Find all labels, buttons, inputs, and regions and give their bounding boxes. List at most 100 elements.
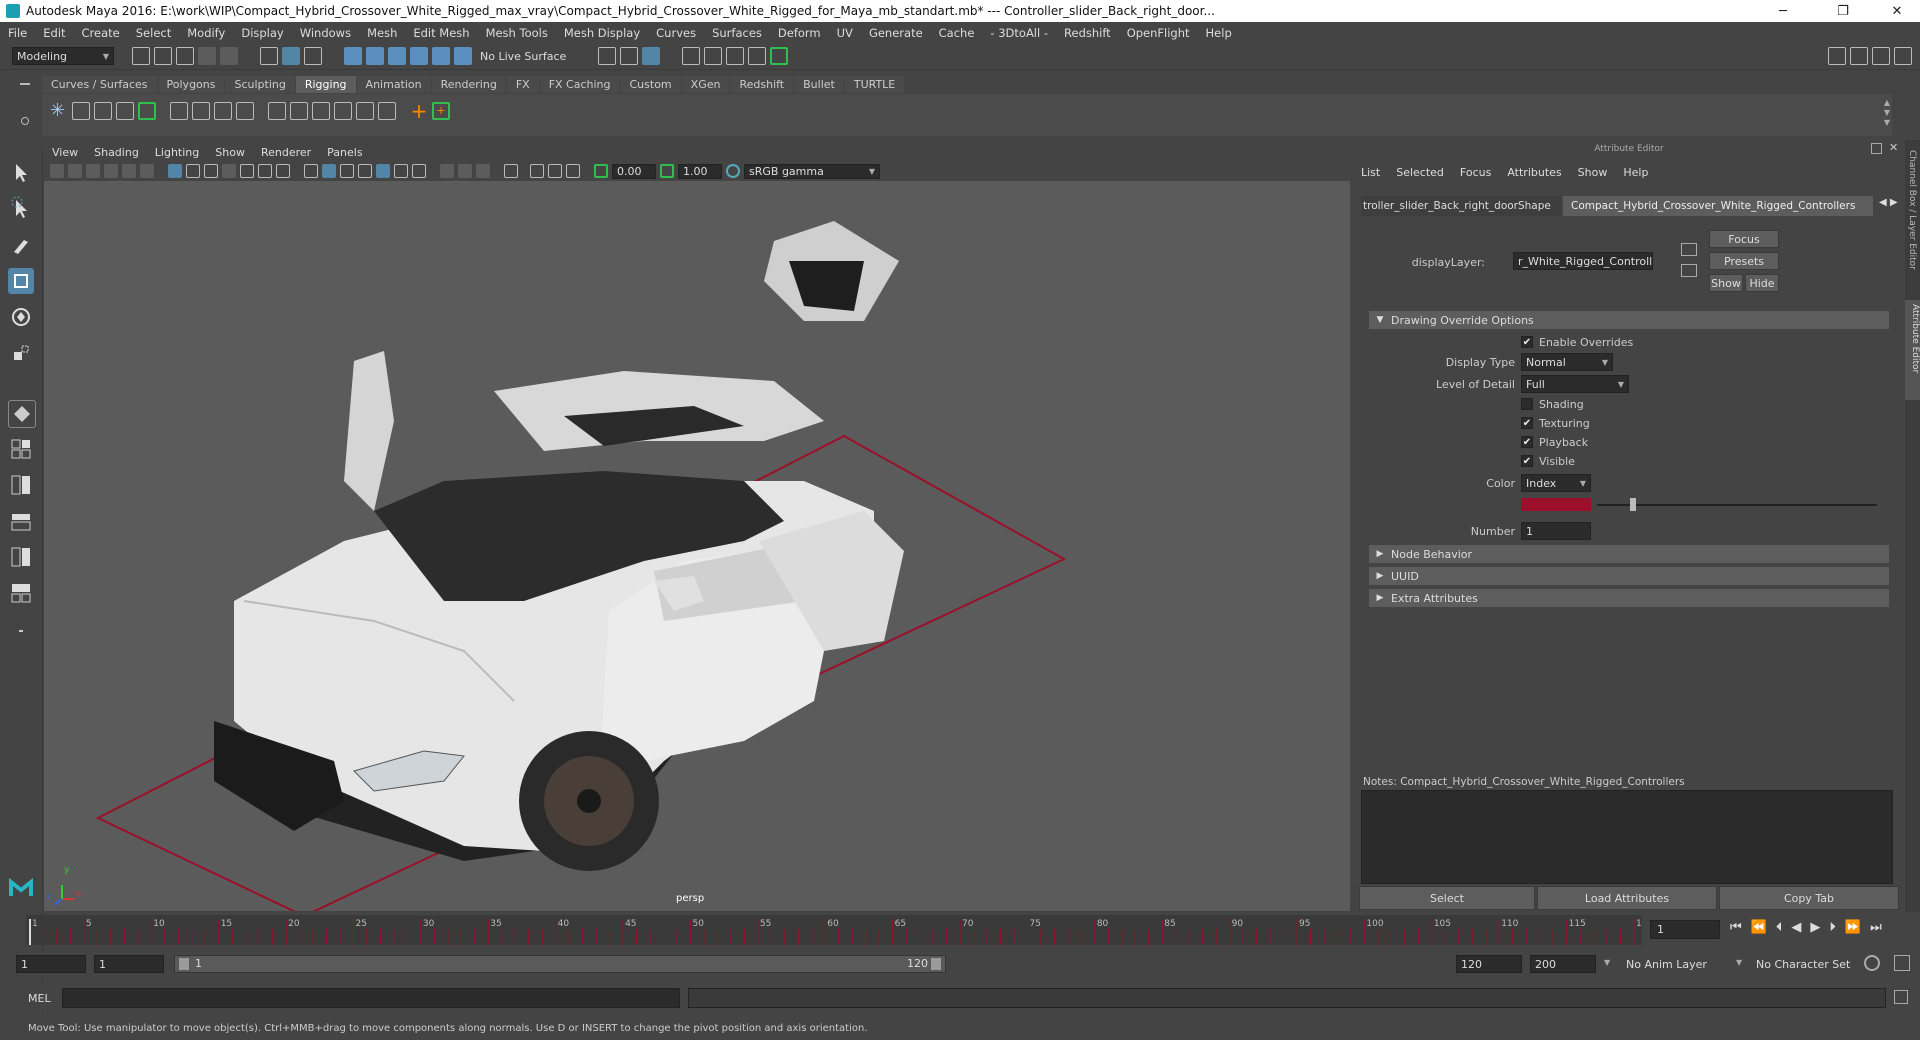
screen-space-ao-icon[interactable] [412,164,426,178]
ae-menu-list[interactable]: List [1353,166,1388,179]
xray-icon[interactable] [530,164,544,178]
menu-3dtoall[interactable]: - 3DtoAll - [982,26,1056,40]
menu-file[interactable]: File [0,26,35,40]
bookmark-icon[interactable] [86,164,100,178]
last-tool-icon[interactable] [8,400,36,428]
ik-spline-icon[interactable] [94,102,112,120]
playback-start-field[interactable]: 1 [94,955,164,973]
ae-menu-help[interactable]: Help [1615,166,1656,179]
go-to-end-icon[interactable]: ⏭ [1866,920,1887,935]
select-camera-icon[interactable] [50,164,64,178]
range-slider[interactable]: 1 120 [174,955,946,973]
tab-scroll-arrows-icon[interactable]: ◀ ▶ [1879,197,1898,208]
shelf-tab-redshift[interactable]: Redshift [730,76,794,93]
mode-selector[interactable]: Modeling ▼ [12,47,114,65]
use-all-lights-icon[interactable] [376,164,390,178]
grid-toggle-icon[interactable] [168,164,182,178]
move-tool-icon[interactable] [8,268,34,294]
select-hierarchy-icon[interactable] [260,47,278,65]
color-space-dropdown[interactable]: sRGB gamma ▼ [744,163,880,179]
redo-icon[interactable] [220,47,238,65]
aim-constraint-icon[interactable] [378,102,396,120]
undo-icon[interactable] [198,47,216,65]
snap-grid-icon[interactable] [344,47,362,65]
select-tool-icon[interactable] [8,160,34,186]
copy-tab-button[interactable]: Copy Tab [1719,886,1899,910]
shelf-tab-xgen[interactable]: XGen [681,76,730,93]
add-influence-icon[interactable]: + [410,101,428,121]
safe-title-icon[interactable] [276,164,290,178]
locator-icon[interactable] [268,102,286,120]
maximize-button[interactable]: ❐ [1820,0,1866,22]
range-end-handle[interactable] [931,958,941,970]
visible-checkbox[interactable]: ✔ [1521,455,1533,467]
playback-checkbox[interactable]: ✔ [1521,436,1533,448]
grease-pencil-icon[interactable] [140,164,154,178]
gamma-field[interactable]: 1.00 [678,163,722,179]
texturing-checkbox[interactable]: ✔ [1521,417,1533,429]
lattice-icon[interactable] [214,102,232,120]
scale-constraint-icon[interactable] [356,102,374,120]
input-output-icon[interactable] [598,47,617,65]
time-slider[interactable]: 1 5 10 15 20 25 30 35 40 45 50 55 60 65 70 75 80 85 90 95 10… [26,915,1653,945]
color-slider-handle[interactable] [1630,498,1636,511]
side-tab-attribute-editor[interactable]: Attribute Editor [1905,300,1920,400]
extra-attributes-section[interactable]: ▶ Extra Attributes [1369,589,1889,607]
step-forward-key-icon[interactable]: ⏵ [1825,920,1841,935]
menu-surfaces[interactable]: Surfaces [704,26,770,40]
ae-menu-show[interactable]: Show [1570,166,1616,179]
isolate-select-icon[interactable] [504,164,518,178]
safe-action-icon[interactable] [258,164,272,178]
shelf-tab-curves-surfaces[interactable]: Curves / Surfaces [42,76,157,93]
paint-weights-icon[interactable] [192,102,210,120]
smooth-shade-icon[interactable] [322,164,336,178]
menu-display[interactable]: Display [233,26,291,40]
bind-skin-icon[interactable] [170,102,188,120]
node-tab-controllers[interactable]: Compact_Hybrid_Crossover_White_Rigged_Co… [1563,196,1873,216]
play-backwards-icon[interactable]: ◀ [1787,920,1806,935]
anti-aliasing-icon[interactable] [458,164,472,178]
step-back-key-icon[interactable]: ⏴ [1772,920,1788,935]
menu-help[interactable]: Help [1198,26,1240,40]
display-layer-field[interactable]: r_White_Rigged_Controllers [1513,252,1653,270]
menu-mesh-display[interactable]: Mesh Display [556,26,648,40]
menu-edit[interactable]: Edit [35,26,73,40]
mel-input[interactable] [62,988,680,1008]
mel-label[interactable]: MEL [28,992,51,1005]
select-button[interactable]: Select [1359,886,1535,910]
shelf-scroll-arrows-icon[interactable]: ▲ ▼ ▼ [1884,98,1890,128]
shelf-menu-icon[interactable] [20,83,30,85]
snap-pivot-icon[interactable] [454,47,472,65]
input-connection-icon[interactable] [1681,243,1697,256]
menu-edit-mesh[interactable]: Edit Mesh [405,26,477,40]
node-behavior-section[interactable]: ▶ Node Behavior [1369,545,1889,563]
ipr-render-icon[interactable] [726,47,745,65]
hide-button[interactable]: Hide [1745,274,1779,292]
step-forward-frame-icon[interactable]: ⏩ [1841,920,1866,935]
snap-surface-icon[interactable] [432,47,450,65]
float-panel-icon[interactable] [1871,143,1882,154]
set-driven-key-icon[interactable]: + [432,102,450,120]
menu-create[interactable]: Create [74,26,128,40]
animation-start-field[interactable]: 1 [16,955,86,973]
snap-view-plane-icon[interactable] [410,47,428,65]
select-object-icon[interactable] [282,47,300,65]
ae-menu-focus[interactable]: Focus [1452,166,1499,179]
shelf-tab-bullet[interactable]: Bullet [794,76,844,93]
anim-layer-dropdown[interactable]: No Anim Layer [1620,955,1746,973]
display-type-dropdown[interactable]: Normal ▼ [1521,353,1613,371]
shelf-tab-sculpting[interactable]: Sculpting [225,76,295,93]
layout-hypershade-icon[interactable] [8,580,34,606]
uuid-section[interactable]: ▶ UUID [1369,567,1889,585]
animation-end-field[interactable]: 200 [1530,955,1596,973]
exposure-icon[interactable] [594,164,608,178]
ae-menu-selected[interactable]: Selected [1388,166,1452,179]
toolbox-collapse-icon[interactable] [8,618,34,644]
go-to-start-icon[interactable]: ⏮ [1726,920,1747,935]
exposure-field[interactable]: 0.00 [612,163,656,179]
play-forwards-icon[interactable]: ▶ [1806,920,1825,935]
render-current-icon[interactable] [704,47,723,65]
presets-button[interactable]: Presets [1709,252,1779,270]
layout-persp-outliner-icon[interactable] [8,508,34,534]
construction-history-icon[interactable] [620,47,639,65]
